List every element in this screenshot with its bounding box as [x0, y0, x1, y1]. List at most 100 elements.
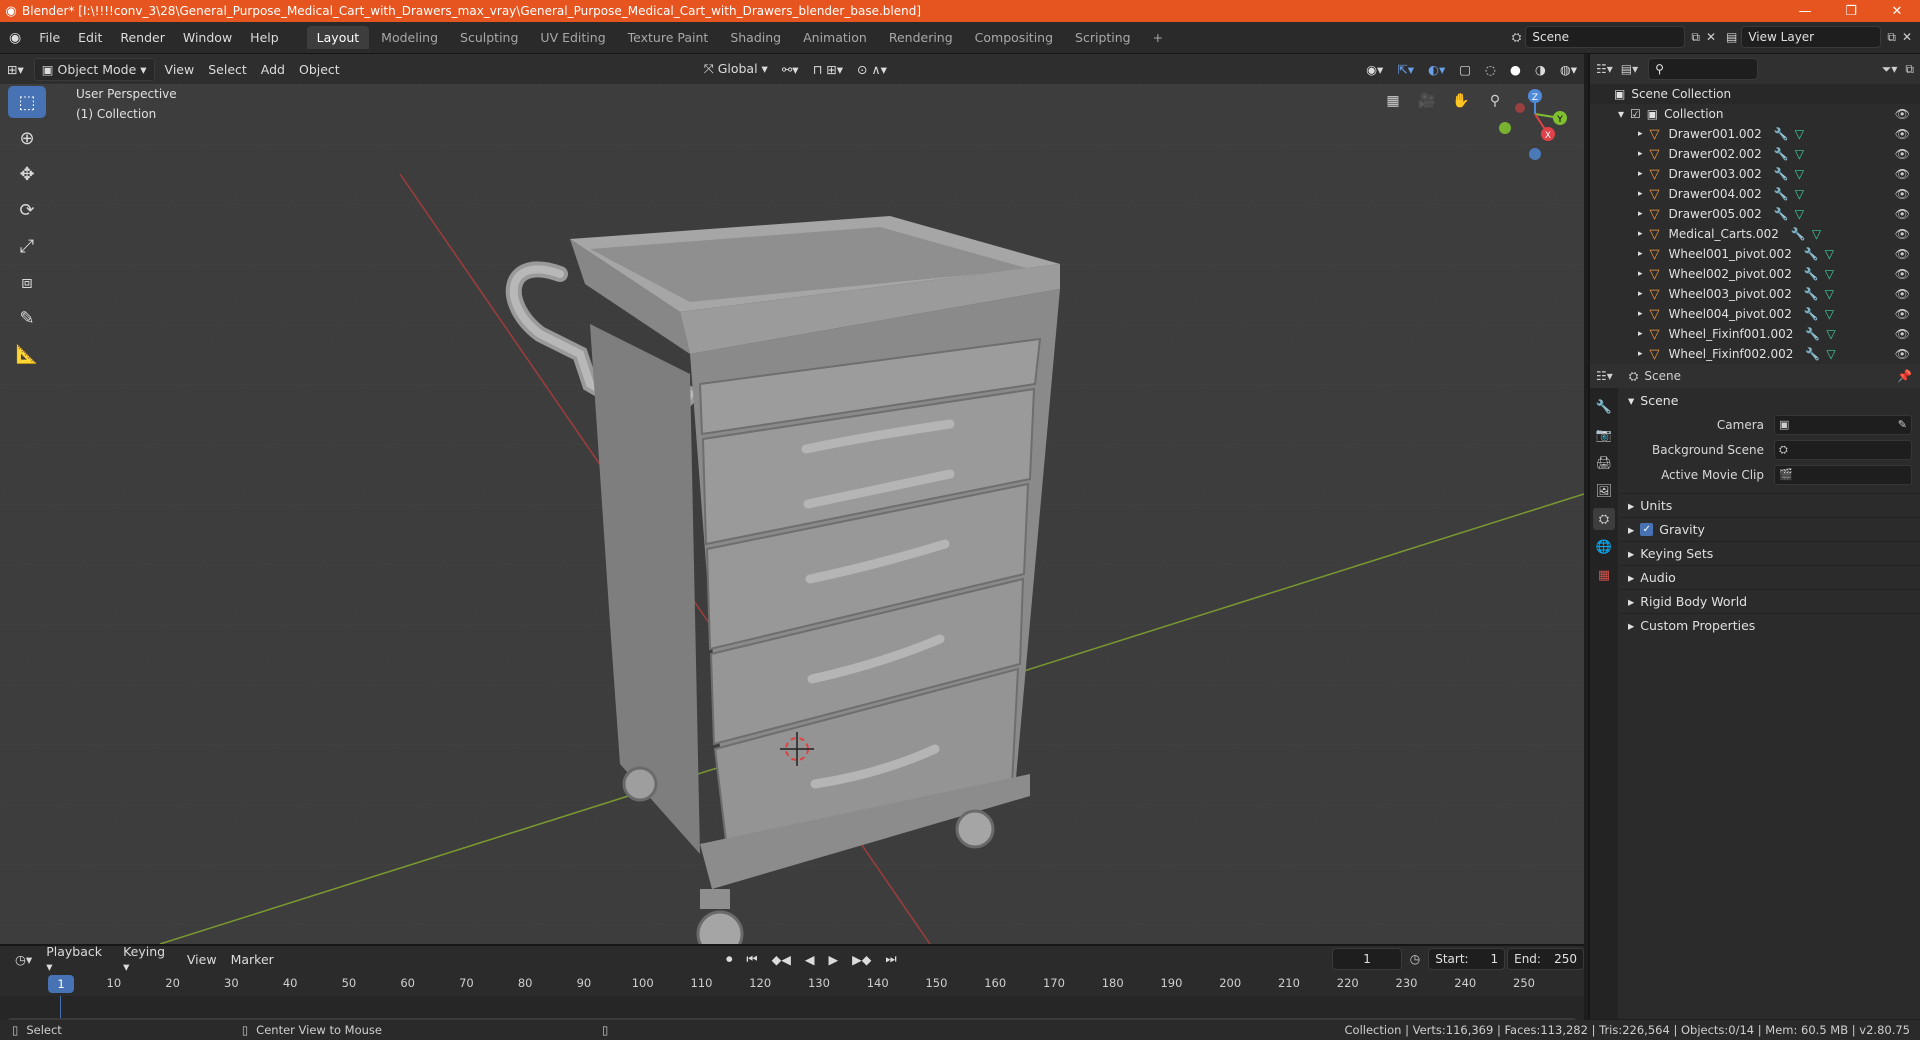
checkbox-icon[interactable]: ☑ — [1630, 107, 1641, 121]
units-panel[interactable]: ▸ Units — [1620, 493, 1920, 517]
expand-arrow-icon[interactable]: ▾ — [1618, 107, 1624, 121]
jump-start-button[interactable]: ⏮ — [739, 948, 764, 970]
expand-arrow-icon[interactable]: ▸ — [1638, 309, 1643, 319]
eye-icon[interactable]: 👁 — [1895, 147, 1910, 161]
overlay-toggle-icon[interactable]: ◐▾ — [1421, 59, 1452, 80]
eye-icon[interactable]: 👁 — [1895, 227, 1910, 241]
audio-panel[interactable]: ▸ Audio — [1620, 565, 1920, 589]
outliner-search-input[interactable]: ⚲ — [1648, 58, 1759, 80]
minimize-button[interactable]: — — [1782, 4, 1828, 19]
timeline-ruler[interactable]: 1 10 20 30 40 50 60 70 80 90 100 110 120 130 140 150 16… — [0, 974, 1584, 994]
scene-panel-header[interactable]: ▾ Scene — [1620, 388, 1920, 412]
transform-tool[interactable]: ⧈ — [8, 266, 46, 298]
tab-sculpting[interactable]: Sculpting — [450, 26, 528, 49]
expand-arrow-icon[interactable]: ▸ — [1638, 229, 1643, 239]
expand-arrow-icon[interactable]: ▸ — [1638, 349, 1643, 359]
delete-view-layer-icon[interactable]: ✕ — [1902, 30, 1912, 44]
tab-scripting[interactable]: Scripting — [1065, 26, 1141, 49]
move-tool[interactable]: ✥ — [8, 158, 46, 190]
expand-arrow-icon[interactable]: ▸ — [1638, 149, 1643, 159]
outliner-object-row[interactable]: ▸ ▽ Wheel004_pivot.002 🔧 ▽ 👁 — [1590, 304, 1920, 324]
blender-menu-icon[interactable]: ◉ — [0, 30, 30, 46]
outliner-object-row[interactable]: ▸ ▽ Drawer003.002 🔧 ▽ 👁 — [1590, 164, 1920, 184]
scene-field[interactable]: Scene — [1525, 26, 1686, 48]
eye-icon[interactable]: 👁 — [1895, 267, 1910, 281]
cursor-tool[interactable]: ⊕ — [8, 122, 46, 154]
xray-icon[interactable]: ▢ — [1452, 59, 1478, 80]
clock-icon[interactable]: ◷ — [1410, 952, 1420, 966]
menu-select[interactable]: Select — [201, 59, 254, 80]
eye-icon[interactable]: 👁 — [1895, 187, 1910, 201]
tab-compositing[interactable]: Compositing — [965, 26, 1063, 49]
keying-sets-panel[interactable]: ▸ Keying Sets — [1620, 541, 1920, 565]
material-shading-icon[interactable]: ◑ — [1528, 59, 1553, 80]
menu-file[interactable]: File — [30, 30, 69, 45]
playback-menu[interactable]: Playback ▾ — [39, 941, 116, 977]
new-scene-icon[interactable]: ⧉ — [1691, 30, 1700, 45]
eye-icon[interactable]: 👁 — [1895, 107, 1910, 121]
eye-icon[interactable]: 👁 — [1895, 347, 1910, 361]
outliner-object-row[interactable]: ▸ ▽ Wheel003_pivot.002 🔧 ▽ 👁 — [1590, 284, 1920, 304]
rotate-tool[interactable]: ⟳ — [8, 194, 46, 226]
outliner-object-row[interactable]: ▸ ▽ Wheel_Fixinf001.002 🔧 ▽ 👁 — [1590, 324, 1920, 344]
menu-edit[interactable]: Edit — [69, 30, 111, 45]
eye-icon[interactable]: 👁 — [1895, 287, 1910, 301]
pivot-icon[interactable]: ⚯▾ — [775, 59, 806, 80]
delete-scene-icon[interactable]: ✕ — [1706, 30, 1716, 44]
tab-rendering[interactable]: Rendering — [879, 26, 963, 49]
expand-arrow-icon[interactable]: ▸ — [1638, 289, 1643, 299]
start-frame-field[interactable]: Start: 1 — [1428, 948, 1506, 970]
next-keyframe-button[interactable]: ▶◆ — [845, 949, 878, 970]
new-collection-icon[interactable]: ⧉ — [1905, 62, 1914, 77]
collection-row[interactable]: ▾ ☑ ▣ Collection 👁 — [1590, 104, 1920, 124]
gravity-panel[interactable]: ▸ ✓ Gravity — [1620, 517, 1920, 541]
rigid-body-world-panel[interactable]: ▸ Rigid Body World — [1620, 589, 1920, 613]
pan-hand-icon[interactable]: ✋ — [1448, 88, 1474, 114]
prev-keyframe-button[interactable]: ◆◀ — [765, 949, 798, 970]
eye-icon[interactable]: 👁 — [1895, 167, 1910, 181]
outliner-object-row[interactable]: ▸ ▽ Medical_Carts.002 🔧 ▽ 👁 — [1590, 224, 1920, 244]
expand-arrow-icon[interactable]: ▸ — [1638, 169, 1643, 179]
tab-layout[interactable]: Layout — [306, 26, 370, 49]
expand-arrow-icon[interactable]: ▸ — [1638, 209, 1643, 219]
solid-shading-icon[interactable]: ● — [1503, 59, 1528, 80]
add-workspace-button[interactable]: + — [1143, 26, 1173, 49]
play-reverse-button[interactable]: ◀ — [798, 949, 822, 970]
tab-shading[interactable]: Shading — [720, 26, 791, 49]
new-view-layer-icon[interactable]: ⧉ — [1887, 30, 1896, 45]
eye-icon[interactable]: 👁 — [1895, 247, 1910, 261]
annotate-tool[interactable]: ✎ — [8, 302, 46, 334]
eye-icon[interactable]: 👁 — [1895, 307, 1910, 321]
zoom-icon[interactable]: ⚲ — [1482, 88, 1508, 114]
editor-type-icon[interactable]: ⊞▾ — [0, 59, 31, 80]
expand-arrow-icon[interactable]: ▸ — [1638, 329, 1643, 339]
scene-collection-row[interactable]: ▣ Scene Collection — [1590, 84, 1920, 104]
display-mode-icon[interactable]: ☷▾ — [1596, 62, 1613, 76]
tool-tab-icon[interactable]: 🔧 — [1593, 396, 1615, 418]
jump-end-button[interactable]: ⏭ — [878, 948, 903, 970]
outliner-object-row[interactable]: ▸ ▽ Wheel001_pivot.002 🔧 ▽ 👁 — [1590, 244, 1920, 264]
snap-icon[interactable]: ⊓ ⊞▾ — [806, 59, 850, 80]
menu-help[interactable]: Help — [241, 30, 288, 45]
eye-icon[interactable]: 👁 — [1895, 207, 1910, 221]
gravity-checkbox[interactable]: ✓ — [1640, 523, 1654, 536]
filter-icon[interactable]: ⏷▾ — [1882, 62, 1898, 77]
visibility-icon[interactable]: ◉▾ — [1359, 59, 1390, 80]
filter-view-icon[interactable]: ▤▾ — [1621, 62, 1638, 76]
active-movie-clip-field[interactable]: 🎬 — [1774, 464, 1912, 485]
pin-icon[interactable]: 📌 — [1897, 369, 1912, 383]
close-button[interactable]: ✕ — [1874, 4, 1920, 19]
properties-editor-icon[interactable]: ☷▾ — [1596, 369, 1613, 383]
gizmo-toggle-icon[interactable]: ⇱▾ — [1390, 59, 1421, 80]
camera-field[interactable]: ▣ ✎ — [1774, 414, 1912, 435]
texture-tab-icon[interactable]: ▦ — [1593, 564, 1615, 586]
background-scene-field[interactable]: ⛭ — [1774, 439, 1912, 460]
menu-object[interactable]: Object — [292, 59, 347, 80]
outliner-object-row[interactable]: ▸ ▽ Drawer002.002 🔧 ▽ 👁 — [1590, 144, 1920, 164]
eyedropper-icon[interactable]: ✎ — [1898, 418, 1907, 431]
scale-tool[interactable]: ⤢ — [8, 230, 46, 262]
eye-icon[interactable]: 👁 — [1895, 127, 1910, 141]
tab-uv-editing[interactable]: UV Editing — [530, 26, 615, 49]
menu-window[interactable]: Window — [174, 30, 241, 45]
proportional-edit-icon[interactable]: ⊙ ∧▾ — [850, 59, 894, 80]
